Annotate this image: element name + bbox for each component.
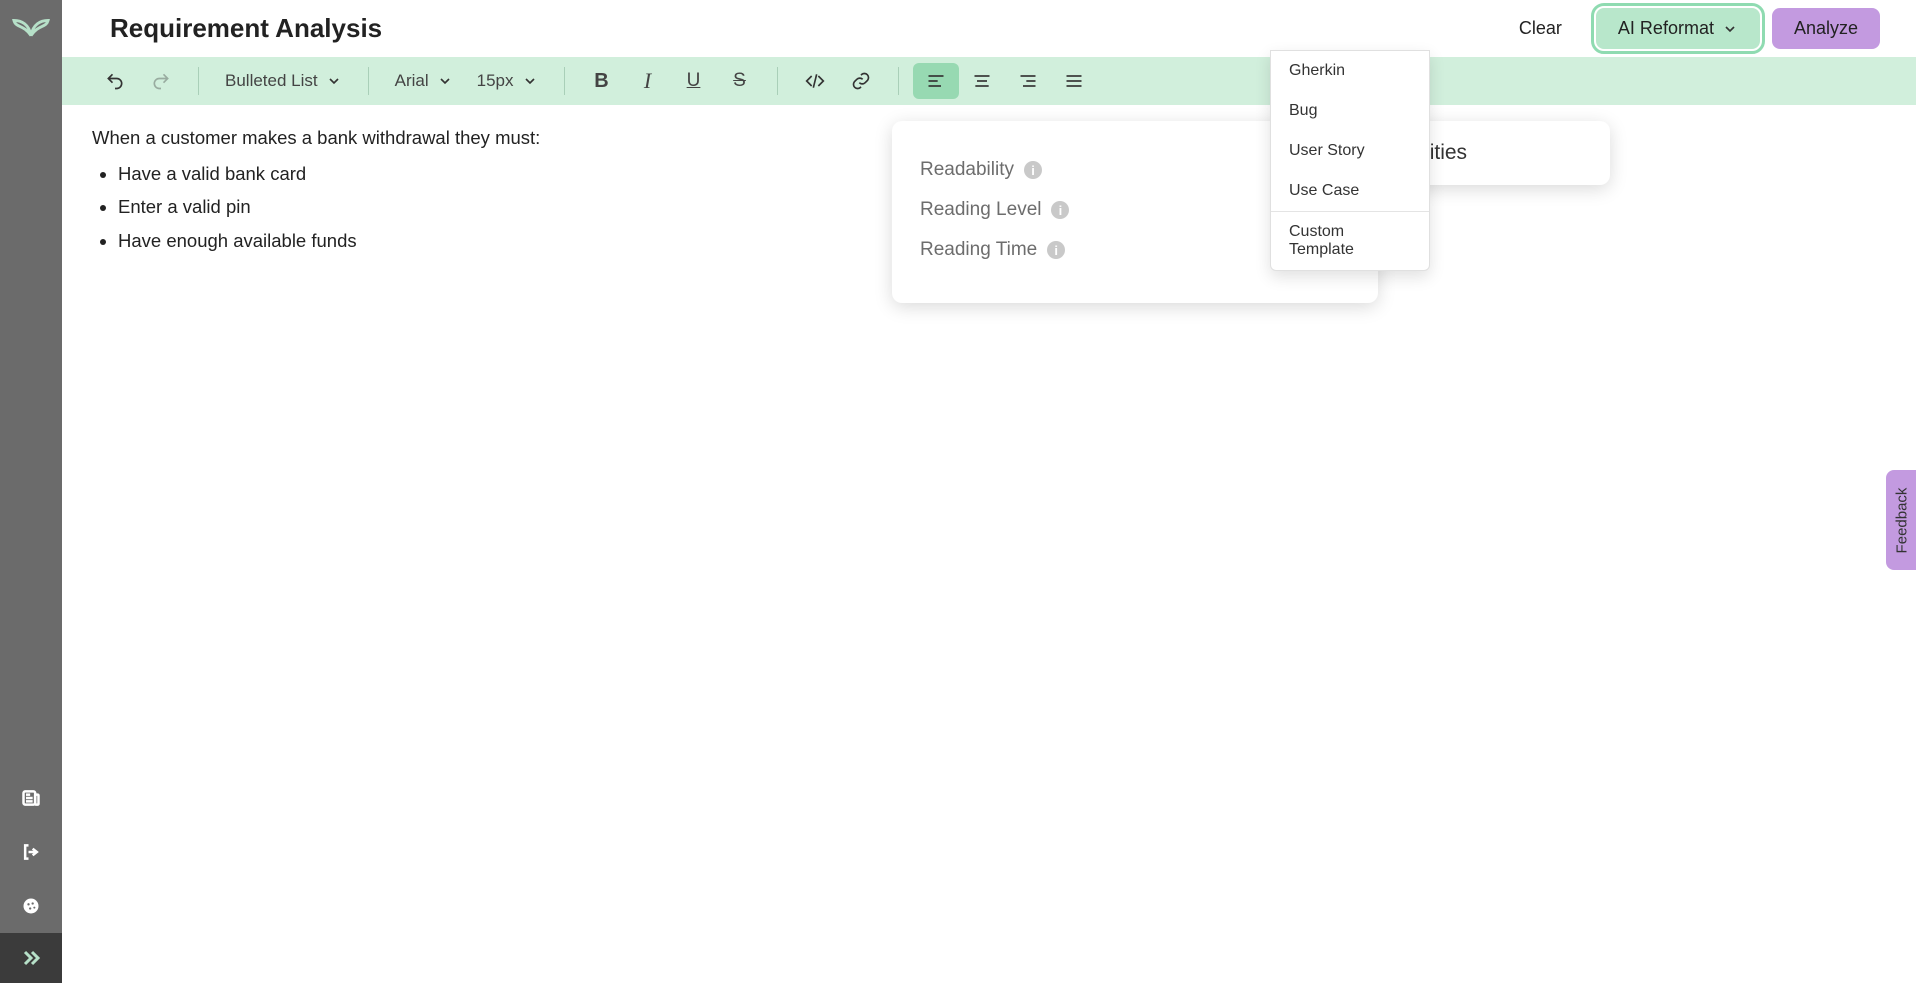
ai-reformat-dropdown: Gherkin Bug User Story Use Case Custom T…	[1270, 50, 1430, 271]
ai-reformat-label: AI Reformat	[1618, 18, 1714, 39]
main: Requirement Analysis Clear AI Reformat A…	[62, 0, 1916, 983]
block-format-value: Bulleted List	[225, 71, 318, 91]
underline-button[interactable]: U	[671, 63, 717, 99]
undo-button[interactable]	[92, 63, 138, 99]
leaf-icon	[12, 14, 50, 42]
chevron-down-icon	[1722, 21, 1738, 37]
fontsize-value: 15px	[477, 71, 514, 91]
font-select[interactable]: Arial	[383, 63, 465, 99]
feedback-tab[interactable]: Feedback	[1886, 470, 1916, 570]
link-icon	[851, 71, 871, 91]
align-left-button[interactable]	[913, 63, 959, 99]
metric-label: Reading Level	[920, 199, 1041, 221]
code-button[interactable]	[792, 63, 838, 99]
align-right-icon	[1018, 71, 1038, 91]
content-area: When a customer makes a bank withdrawal …	[62, 105, 1916, 983]
redo-button[interactable]	[138, 63, 184, 99]
rail-docs-button[interactable]	[0, 771, 62, 825]
info-icon[interactable]: i	[1051, 201, 1069, 219]
chevron-down-icon	[437, 73, 453, 89]
app-logo	[0, 4, 62, 52]
rail-logout-button[interactable]	[0, 825, 62, 879]
italic-button[interactable]: I	[625, 63, 671, 99]
align-center-button[interactable]	[959, 63, 1005, 99]
metric-label: Reading Time	[920, 239, 1037, 261]
strike-button[interactable]: S	[717, 63, 763, 99]
info-icon[interactable]: i	[1024, 161, 1042, 179]
block-format-select[interactable]: Bulleted List	[213, 63, 354, 99]
align-justify-button[interactable]	[1051, 63, 1097, 99]
code-icon	[805, 71, 825, 91]
undo-icon	[105, 71, 125, 91]
chevron-down-icon	[326, 73, 342, 89]
chevron-down-icon	[522, 73, 538, 89]
dropdown-item-use-case[interactable]: Use Case	[1271, 171, 1429, 211]
bold-button[interactable]: B	[579, 63, 625, 99]
redo-icon	[151, 71, 171, 91]
dropdown-item-custom-template[interactable]: Custom Template	[1271, 212, 1429, 270]
clear-button[interactable]: Clear	[1497, 8, 1584, 49]
page-title: Requirement Analysis	[110, 13, 1485, 44]
dropdown-item-bug[interactable]: Bug	[1271, 91, 1429, 131]
metric-label: Readability	[920, 159, 1014, 181]
analyze-button[interactable]: Analyze	[1772, 8, 1880, 49]
dropdown-item-user-story[interactable]: User Story	[1271, 131, 1429, 171]
logout-icon	[21, 842, 41, 862]
newspaper-icon	[21, 788, 41, 808]
cookie-icon	[21, 896, 41, 916]
font-value: Arial	[395, 71, 429, 91]
editor-toolbar: Bulleted List Arial 15px B I U S	[62, 57, 1916, 105]
info-icon[interactable]: i	[1047, 241, 1065, 259]
align-left-icon	[926, 71, 946, 91]
fontsize-select[interactable]: 15px	[465, 63, 550, 99]
feedback-label: Feedback	[1894, 487, 1911, 553]
rail-cookie-button[interactable]	[0, 879, 62, 933]
align-right-button[interactable]	[1005, 63, 1051, 99]
dropdown-item-gherkin[interactable]: Gherkin	[1271, 51, 1429, 91]
align-center-icon	[972, 71, 992, 91]
ai-reformat-button[interactable]: AI Reformat	[1596, 8, 1760, 49]
align-justify-icon	[1064, 71, 1084, 91]
left-rail	[0, 0, 62, 983]
rail-expand-button[interactable]	[0, 933, 62, 983]
chevron-double-right-icon	[19, 946, 43, 970]
link-button[interactable]	[838, 63, 884, 99]
header: Requirement Analysis Clear AI Reformat A…	[62, 0, 1916, 57]
